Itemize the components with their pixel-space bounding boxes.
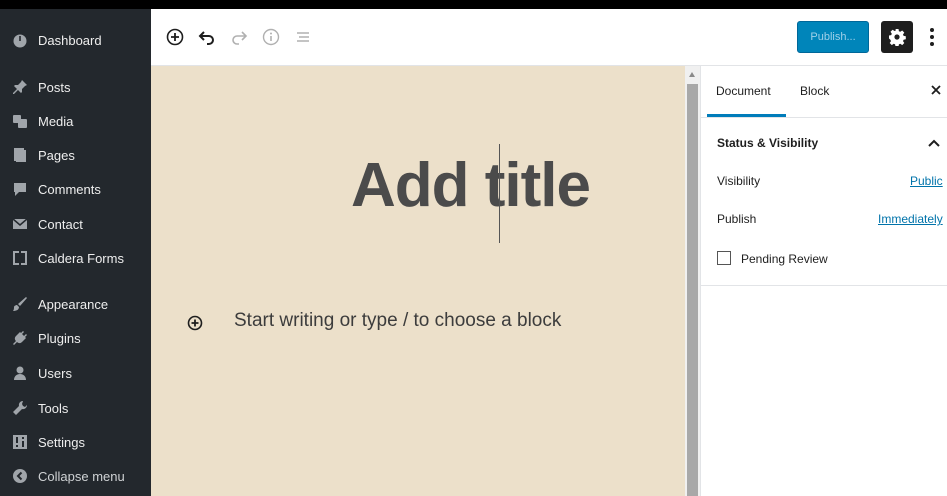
outline-button[interactable] [291, 25, 315, 49]
sidebar-item-label: Tools [38, 400, 69, 416]
sidebar-item-appearance[interactable]: Appearance [0, 289, 151, 319]
canvas-scrollbar[interactable] [685, 66, 700, 496]
settings-sidebar: Document Block Status & Visibility Visib… [700, 66, 947, 496]
panel-tabs: Document Block [701, 66, 947, 118]
publish-button[interactable]: Publish... [797, 21, 869, 53]
redo-icon [232, 31, 248, 45]
sidebar-item-label: Collapse menu [38, 468, 125, 484]
tab-block[interactable]: Block [800, 84, 829, 98]
sidebar-item-caldera-forms[interactable]: Caldera Forms [0, 243, 151, 273]
gear-icon [889, 29, 906, 46]
dashboard-icon [12, 32, 28, 48]
settings-grid-icon [12, 434, 28, 450]
sidebar-item-dashboard[interactable]: Dashboard [0, 25, 151, 55]
add-block-button[interactable] [163, 25, 187, 49]
pin-icon [12, 79, 28, 95]
user-icon [12, 365, 28, 381]
undo-icon [198, 31, 214, 45]
sidebar-item-label: Users [38, 365, 72, 381]
sidebar-item-pages[interactable]: Pages [0, 140, 151, 170]
close-panel-button[interactable] [927, 81, 945, 99]
block-appender-prompt[interactable]: Start writing or type / to choose a bloc… [234, 310, 561, 332]
close-icon [931, 85, 941, 95]
outline-icon [297, 32, 309, 42]
undo-button[interactable] [195, 25, 219, 49]
scrollbar-thumb[interactable] [687, 84, 698, 496]
sidebar-item-label: Dashboard [38, 32, 102, 48]
sidebar-item-contact[interactable]: Contact [0, 209, 151, 239]
plugin-icon [12, 330, 28, 346]
sidebar-item-label: Settings [38, 434, 85, 450]
sidebar-item-label: Comments [38, 181, 101, 197]
collapse-icon [12, 468, 28, 484]
collapse-menu-button[interactable]: Collapse menu [0, 461, 151, 491]
active-tab-indicator [707, 114, 786, 117]
sidebar-item-label: Appearance [38, 296, 109, 312]
admin-sidebar: Dashboard Posts Media Pages Comments Con… [0, 9, 151, 496]
sidebar-item-label: Caldera Forms [38, 250, 124, 266]
pending-review-checkbox[interactable] [717, 251, 731, 265]
publish-date-link[interactable]: Immediately [878, 212, 943, 226]
inline-add-block-icon[interactable] [186, 314, 204, 332]
redo-button[interactable] [227, 25, 251, 49]
tab-document[interactable]: Document [716, 84, 771, 98]
wrench-icon [12, 400, 28, 416]
chevron-up-icon [928, 139, 940, 147]
sidebar-item-settings[interactable]: Settings [0, 427, 151, 457]
editor-toolbar: Publish... [151, 9, 947, 66]
comment-icon [12, 181, 28, 197]
sidebar-item-label: Posts [38, 79, 71, 95]
sidebar-item-plugins[interactable]: Plugins [0, 323, 151, 353]
post-title-input[interactable]: Add title [351, 150, 591, 221]
sidebar-item-users[interactable]: Users [0, 358, 151, 388]
publish-label: Publish [717, 212, 757, 226]
forms-icon [12, 250, 28, 266]
sidebar-item-comments[interactable]: Comments [0, 174, 151, 204]
sidebar-item-label: Pages [38, 147, 75, 163]
section-divider [701, 285, 947, 286]
editor-canvas: Add title Start writing or type / to cho… [151, 66, 685, 496]
sidebar-item-tools[interactable]: Tools [0, 393, 151, 423]
visibility-value-link[interactable]: Public [910, 174, 943, 188]
sidebar-item-media[interactable]: Media [0, 106, 151, 136]
sidebar-item-label: Contact [38, 216, 83, 232]
info-button[interactable] [259, 25, 283, 49]
sidebar-item-posts[interactable]: Posts [0, 72, 151, 102]
more-options-button[interactable] [923, 23, 941, 51]
scroll-up-arrow-icon[interactable] [689, 72, 695, 77]
sidebar-item-label: Media [38, 113, 74, 129]
pending-review-label[interactable]: Pending Review [741, 252, 828, 266]
settings-toggle-button[interactable] [881, 21, 913, 53]
more-vertical-icon [930, 28, 934, 46]
sidebar-item-label: Plugins [38, 330, 81, 346]
text-caret [499, 144, 500, 243]
top-strip [0, 0, 947, 9]
section-title-status-visibility[interactable]: Status & Visibility [717, 136, 818, 150]
media-icon [12, 113, 28, 129]
section-toggle-button[interactable] [925, 134, 943, 152]
brush-icon [12, 296, 28, 312]
add-block-icon [166, 28, 184, 46]
mail-icon [12, 216, 28, 232]
visibility-label: Visibility [717, 174, 761, 188]
pages-icon [12, 147, 28, 163]
info-icon [262, 28, 280, 46]
